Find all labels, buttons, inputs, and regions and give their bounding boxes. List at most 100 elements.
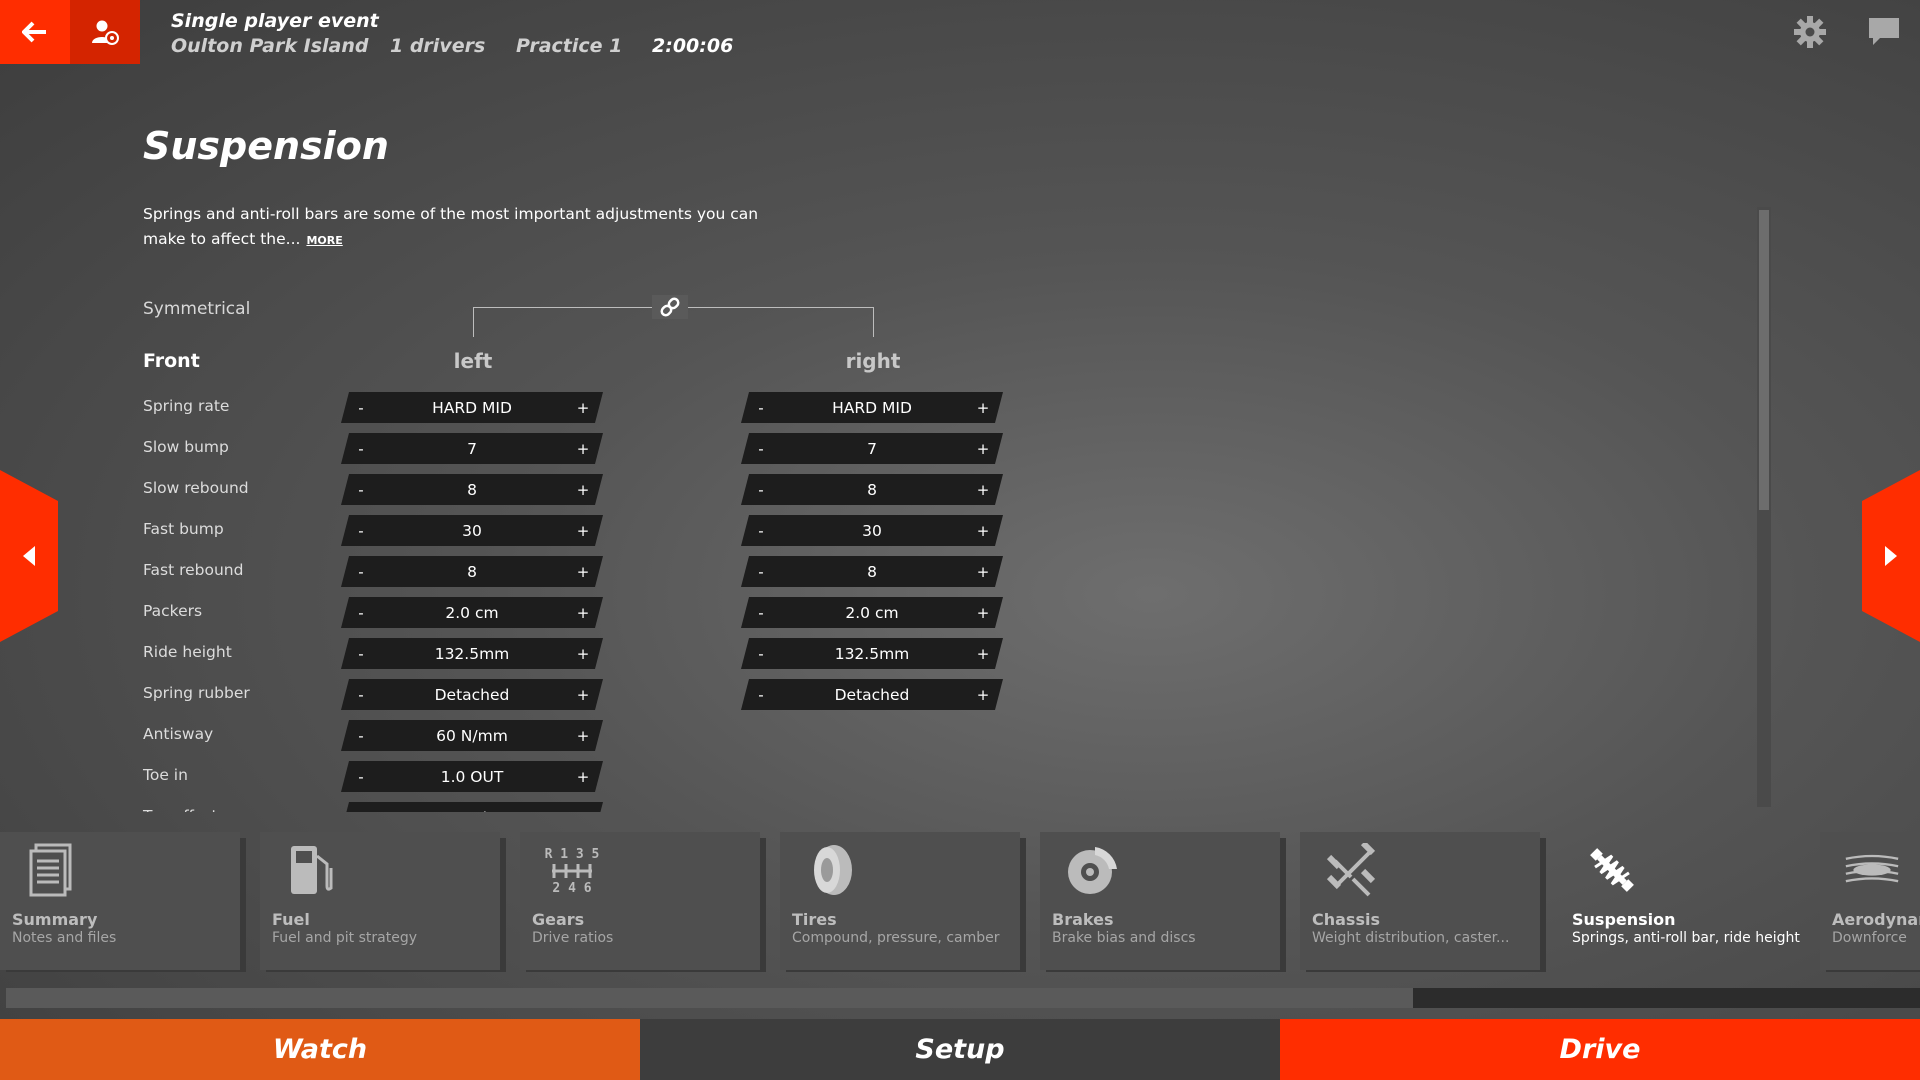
param-label: Antisway	[143, 725, 214, 743]
left-stepper[interactable]: - 8 +	[341, 556, 603, 587]
chat-button[interactable]	[1866, 14, 1902, 50]
decrement-button[interactable]: -	[741, 522, 781, 540]
left-stepper[interactable]: - 7 +	[341, 433, 603, 464]
decrement-button[interactable]: -	[741, 399, 781, 417]
increment-button[interactable]: +	[563, 522, 603, 540]
right-stepper[interactable]: - HARD MID +	[741, 392, 1003, 423]
increment-button[interactable]: +	[563, 399, 603, 417]
decrement-button[interactable]: -	[341, 440, 381, 458]
category-aerodynamics[interactable]: Aerodynamics Downforce	[1820, 832, 1920, 970]
increment-button[interactable]: +	[963, 481, 1003, 499]
stepper-value: 8	[467, 562, 477, 581]
increment-button[interactable]: +	[563, 604, 603, 622]
increment-button[interactable]: +	[563, 727, 603, 745]
decrement-button[interactable]: -	[341, 481, 381, 499]
horizontal-scroll-thumb[interactable]	[6, 988, 1413, 1008]
increment-button[interactable]: +	[963, 563, 1003, 581]
right-stepper[interactable]: - 132.5mm +	[741, 638, 1003, 669]
drive-button[interactable]: Drive	[1280, 1019, 1920, 1080]
category-name: Brakes	[1052, 910, 1114, 929]
right-stepper[interactable]: - 8 +	[741, 556, 1003, 587]
back-button[interactable]	[0, 0, 70, 64]
increment-button[interactable]: +	[963, 440, 1003, 458]
decrement-button[interactable]: -	[341, 563, 381, 581]
increment-button[interactable]: +	[563, 645, 603, 663]
gear-pattern-top: R 1 3 5	[545, 847, 600, 862]
increment-button[interactable]: +	[963, 686, 1003, 704]
left-stepper[interactable]: - 8 +	[341, 474, 603, 505]
increment-button[interactable]: +	[563, 768, 603, 786]
brake-disc-icon	[1064, 842, 1120, 898]
left-stepper[interactable]: - 1.0 OUT +	[341, 761, 603, 792]
setup-button[interactable]: Setup	[640, 1019, 1280, 1080]
decrement-button[interactable]: -	[341, 604, 381, 622]
decrement-button[interactable]: -	[341, 522, 381, 540]
stepper-value: HARD MID	[432, 398, 512, 417]
right-stepper[interactable]: - 2.0 cm +	[741, 597, 1003, 628]
more-link[interactable]: MORE	[306, 234, 342, 247]
stepper-value: Detached	[434, 685, 510, 704]
left-stepper[interactable]: - 30 +	[341, 515, 603, 546]
category-summary[interactable]: Summary Notes and files	[0, 832, 240, 970]
right-stepper[interactable]: - 30 +	[741, 515, 1003, 546]
decrement-button[interactable]: -	[741, 440, 781, 458]
increment-button[interactable]: +	[563, 440, 603, 458]
decrement-button[interactable]: -	[341, 768, 381, 786]
left-stepper[interactable]: - 60 N/mm +	[341, 720, 603, 751]
stepper-value: 1.0 OUT	[440, 767, 504, 786]
driver-profile-button[interactable]	[70, 0, 140, 64]
left-column-header: left	[453, 349, 493, 373]
decrement-button[interactable]: -	[341, 809, 381, 813]
right-stepper[interactable]: - 7 +	[741, 433, 1003, 464]
increment-button[interactable]: +	[963, 604, 1003, 622]
decrement-button[interactable]: -	[741, 481, 781, 499]
right-stepper[interactable]: - 8 +	[741, 474, 1003, 505]
decrement-button[interactable]: -	[341, 645, 381, 663]
decrement-button[interactable]: -	[741, 645, 781, 663]
category-brakes[interactable]: Brakes Brake bias and discs	[1040, 832, 1280, 970]
tire-icon	[804, 842, 860, 898]
settings-button[interactable]	[1792, 14, 1828, 50]
increment-button[interactable]: +	[963, 645, 1003, 663]
increment-button[interactable]: +	[963, 522, 1003, 540]
increment-button[interactable]: +	[563, 686, 603, 704]
right-stepper[interactable]: - Detached +	[741, 679, 1003, 710]
stepper-value: Detached	[834, 685, 910, 704]
left-stepper[interactable]: - 132.5mm +	[341, 638, 603, 669]
param-label: Toe in	[143, 766, 188, 784]
left-stepper[interactable]: - 2.0 cm +	[341, 597, 603, 628]
fuel-pump-icon	[284, 842, 340, 898]
left-stepper[interactable]: -0.00 deg+	[341, 802, 603, 812]
category-description: Notes and files	[12, 930, 117, 946]
decrement-button[interactable]: -	[741, 604, 781, 622]
increment-button[interactable]: +	[963, 399, 1003, 417]
triangle-right-icon	[1885, 546, 1897, 566]
left-stepper[interactable]: - HARD MID +	[341, 392, 603, 423]
left-stepper[interactable]: - Detached +	[341, 679, 603, 710]
category-name: Suspension	[1572, 910, 1676, 929]
next-page-button[interactable]	[1862, 470, 1920, 642]
top-bar: Single player event Oulton Park Island 1…	[0, 0, 1920, 64]
stepper-value: 7	[867, 439, 877, 458]
watch-button[interactable]: Watch	[0, 1019, 640, 1080]
category-gears[interactable]: R 1 3 5 2 4 6 Gears Drive ratios	[520, 832, 760, 970]
category-description: Springs, anti-roll bar, ride height	[1572, 930, 1800, 946]
decrement-button[interactable]: -	[341, 727, 381, 745]
param-label: Fast bump	[143, 520, 224, 538]
increment-button[interactable]: +	[563, 481, 603, 499]
decrement-button[interactable]: -	[341, 399, 381, 417]
stepper-value: 2.0 cm	[845, 603, 899, 622]
symmetry-link-toggle[interactable]	[652, 295, 688, 319]
decrement-button[interactable]: -	[341, 686, 381, 704]
category-fuel[interactable]: Fuel Fuel and pit strategy	[260, 832, 500, 970]
category-chassis[interactable]: Chassis Weight distribution, caster...	[1300, 832, 1540, 970]
parameter-list[interactable]: Spring rate - HARD MID + - HARD MID + Slow bump…	[0, 380, 1100, 812]
increment-button[interactable]: +	[563, 563, 603, 581]
increment-button[interactable]: +	[563, 809, 603, 813]
stepper-value: 30	[462, 521, 482, 540]
vertical-scroll-thumb[interactable]	[1759, 210, 1769, 510]
category-tires[interactable]: Tires Compound, pressure, camber	[780, 832, 1020, 970]
decrement-button[interactable]: -	[741, 686, 781, 704]
category-suspension[interactable]: Suspension Springs, anti-roll bar, ride …	[1560, 832, 1800, 970]
decrement-button[interactable]: -	[741, 563, 781, 581]
